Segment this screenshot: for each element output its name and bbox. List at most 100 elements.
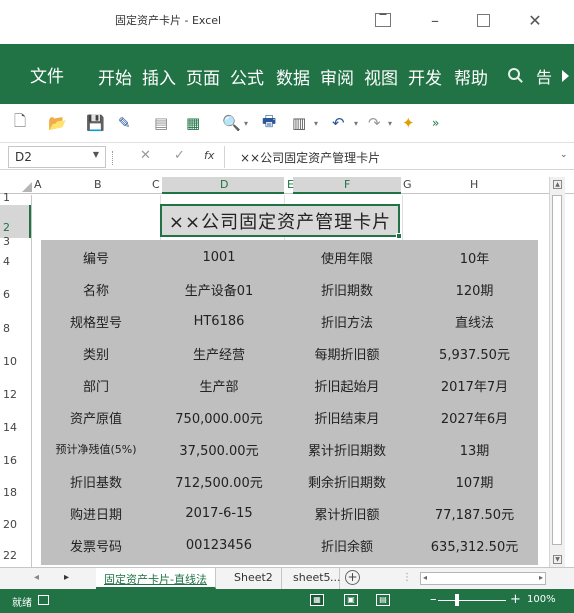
table-cell[interactable]: 2017年7月 (411, 370, 538, 400)
tab-home[interactable]: 开始 (98, 64, 132, 89)
format-painter-icon[interactable]: ✦ (402, 113, 415, 133)
zoom-in-icon[interactable]: + (510, 592, 521, 607)
table-cell[interactable]: 635,312.50元 (411, 530, 538, 560)
tab-formulas[interactable]: 公式 (230, 64, 264, 89)
column-header-a[interactable]: A (34, 178, 42, 191)
table-cell[interactable]: 资产原值 (41, 402, 151, 432)
save-icon[interactable]: 💾 (86, 113, 105, 133)
card-title-cell[interactable]: ××公司固定资产管理卡片 (160, 204, 402, 239)
table-cell[interactable]: 5,937.50元 (411, 338, 538, 368)
row-header[interactable]: 16 (3, 454, 17, 467)
table-cell[interactable]: 累计折旧期数 (287, 434, 407, 464)
formula-input[interactable]: ××公司固定资产管理卡片 (240, 149, 380, 166)
expand-formula-bar-icon[interactable]: ⌄ (560, 150, 568, 160)
scroll-thumb[interactable] (552, 195, 562, 545)
tell-me-field[interactable]: 告 (536, 64, 552, 88)
table-cell[interactable]: 712,500.00元 (159, 466, 279, 496)
table-cell[interactable]: 13期 (411, 434, 538, 464)
table-cell[interactable]: 剩余折旧期数 (287, 466, 407, 496)
insert-function-icon[interactable]: fx (204, 149, 214, 162)
table-cell[interactable]: 类别 (41, 338, 151, 368)
next-sheet-icon[interactable]: ▸ (64, 572, 69, 583)
formula-bar-separator[interactable] (112, 151, 114, 165)
column-header-b[interactable]: B (94, 178, 102, 191)
undo-icon[interactable]: ↶ (332, 113, 345, 133)
form-icon[interactable]: ▥ (292, 113, 306, 133)
column-header-h[interactable]: H (470, 178, 478, 191)
tab-help[interactable]: 帮助 (454, 64, 488, 89)
table-cell[interactable]: 10年 (411, 242, 538, 272)
zoom-out-icon[interactable]: – (430, 592, 437, 607)
table-cell[interactable]: 折旧基数 (41, 466, 151, 496)
table-cell[interactable]: 折旧结束月 (287, 402, 407, 432)
name-box[interactable]: D2 ▼ (8, 146, 106, 168)
export-excel-icon[interactable]: ▦ (186, 113, 200, 133)
row-header[interactable]: 10 (3, 355, 17, 368)
table-cell[interactable]: 107期 (411, 466, 538, 496)
table-cell[interactable]: 1001 (159, 242, 279, 272)
row-header[interactable]: 14 (3, 421, 17, 434)
form-dropdown-icon[interactable]: ▾ (314, 113, 318, 133)
tab-data[interactable]: 数据 (276, 64, 310, 89)
tab-split-handle[interactable]: ⋮ (402, 572, 412, 583)
page-break-view-icon[interactable]: ▤ (376, 594, 390, 606)
column-header-g[interactable]: G (403, 178, 412, 191)
open-folder-icon[interactable]: 📂 (48, 113, 67, 133)
cancel-icon[interactable]: ✕ (140, 148, 151, 163)
row-header[interactable]: 22 (3, 549, 17, 562)
sheet-tab[interactable]: Sheet2 (226, 568, 282, 589)
table-cell[interactable]: 直线法 (411, 306, 538, 336)
tab-page-layout[interactable]: 页面 (186, 64, 220, 89)
print-icon[interactable]: 🖶 (262, 112, 276, 133)
table-cell[interactable]: 每期折旧额 (287, 338, 407, 368)
table-cell[interactable]: 750,000.00元 (159, 402, 279, 432)
redo-dropdown-icon[interactable]: ▾ (388, 113, 392, 133)
row-header[interactable]: 18 (3, 486, 17, 499)
row-header[interactable]: 12 (3, 388, 17, 401)
table-cell[interactable]: 购进日期 (41, 498, 151, 528)
undo-dropdown-icon[interactable]: ▾ (354, 113, 358, 133)
table-cell[interactable]: 发票号码 (41, 530, 151, 560)
enter-icon[interactable]: ✓ (174, 148, 185, 163)
table-cell[interactable]: 规格型号 (41, 306, 151, 336)
table-cell[interactable]: 折旧期数 (287, 274, 407, 304)
macro-record-icon[interactable] (38, 595, 49, 605)
zoom-slider[interactable] (438, 600, 506, 601)
row-header[interactable]: 1 (3, 191, 10, 204)
row-header[interactable]: 8 (3, 322, 10, 335)
table-cell[interactable]: 2017-6-15 (159, 498, 279, 528)
zoom-level[interactable]: 100% (527, 594, 556, 605)
tab-view[interactable]: 视图 (364, 64, 398, 89)
table-cell[interactable]: 预计净残值(5%) (41, 434, 151, 464)
fill-handle[interactable] (396, 233, 402, 239)
prev-sheet-icon[interactable]: ◂ (34, 572, 39, 583)
table-cell[interactable]: 折旧余额 (287, 530, 407, 560)
table-cell[interactable]: 120期 (411, 274, 538, 304)
scroll-up-icon[interactable]: ▲ (553, 180, 562, 189)
table-cell[interactable]: 编号 (41, 242, 151, 272)
zoom-slider-thumb[interactable] (455, 594, 459, 606)
table-cell[interactable]: 77,187.50元 (411, 498, 538, 528)
row-header[interactable]: 2 (3, 221, 10, 234)
column-header-d[interactable]: D (220, 178, 228, 191)
table-cell[interactable]: 生产经营 (159, 338, 279, 368)
table-cell[interactable]: HT6186 (159, 306, 279, 336)
sheet-tab-active[interactable]: 固定资产卡片-直线法 (96, 568, 216, 589)
ribbon-display-options-button[interactable]: ▔ (368, 6, 398, 34)
maximize-button[interactable] (468, 6, 498, 34)
table-cell[interactable]: 使用年限 (287, 242, 407, 272)
normal-view-icon[interactable]: ▦ (310, 594, 324, 606)
customize-toolbar-icon[interactable]: » (432, 113, 439, 133)
search-icon[interactable] (508, 68, 520, 80)
column-header-e[interactable]: E (287, 178, 294, 191)
row-header[interactable]: 20 (3, 518, 17, 531)
table-cell[interactable]: 累计折旧额 (287, 498, 407, 528)
table-cell[interactable]: 生产部 (159, 370, 279, 400)
tab-file[interactable]: 文件 (0, 44, 94, 104)
minimize-button[interactable]: – (420, 6, 450, 34)
scroll-right-icon[interactable] (562, 70, 569, 82)
more-sheets[interactable]: ... (328, 568, 343, 589)
tab-developer[interactable]: 开发 (408, 64, 442, 89)
table-cell[interactable]: 折旧起始月 (287, 370, 407, 400)
chevron-down-icon[interactable]: ▼ (93, 150, 99, 159)
